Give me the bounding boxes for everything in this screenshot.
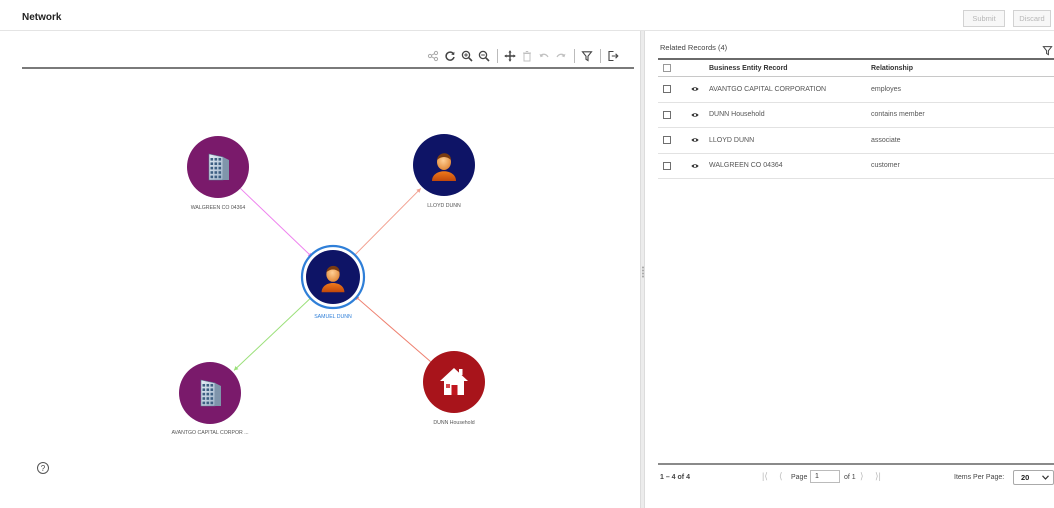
- pager-divider: [658, 463, 1054, 465]
- move-icon[interactable]: [503, 50, 516, 63]
- node-label: AVANTGO CAPITAL CORPOR ...: [171, 430, 248, 436]
- table-header: Business Entity Record Relationship: [658, 60, 1054, 77]
- record-name[interactable]: LLOYD DUNN: [709, 137, 754, 144]
- page-label: Page: [791, 474, 808, 481]
- toolbar-divider: [600, 49, 601, 63]
- next-page-icon[interactable]: ⟩: [860, 471, 864, 482]
- row-checkbox[interactable]: [663, 136, 671, 145]
- prev-page-icon[interactable]: ⟨: [779, 471, 783, 482]
- record-name[interactable]: AVANTGO CAPITAL CORPORATION: [709, 86, 826, 93]
- table-row[interactable]: LLOYD DUNN associate: [658, 128, 1054, 154]
- graph-node-samuel[interactable]: SAMUEL DUNN: [300, 244, 366, 320]
- graph-node-lloyd[interactable]: LLOYD DUNN: [413, 134, 475, 209]
- record-name[interactable]: DUNN Household: [709, 111, 765, 118]
- pagination: 1 – 4 of 4 |⟨ ⟨ Page 1 of 1 ⟩ ⟩| Items P…: [658, 466, 1054, 490]
- node-label: LLOYD DUNN: [427, 203, 461, 209]
- table-row[interactable]: DUNN Household contains member: [658, 103, 1054, 128]
- zoom-in-icon[interactable]: [460, 50, 473, 63]
- chevron-down-icon: [1042, 475, 1049, 480]
- graph-edge[interactable]: [351, 188, 422, 259]
- first-page-icon[interactable]: |⟨: [762, 471, 768, 482]
- row-checkbox[interactable]: [663, 161, 671, 170]
- column-header-record[interactable]: Business Entity Record: [709, 65, 788, 72]
- toolbar-divider: [497, 49, 498, 63]
- eye-icon[interactable]: [691, 86, 699, 92]
- help-icon[interactable]: ?: [37, 462, 49, 474]
- table-row[interactable]: WALGREEN CO 04364 customer: [658, 154, 1054, 179]
- related-records-title: Related Records (4): [660, 43, 728, 52]
- row-checkbox[interactable]: [663, 110, 671, 119]
- eye-icon[interactable]: [691, 137, 699, 143]
- discard-button[interactable]: Discard: [1013, 10, 1051, 27]
- relationship-type: employes: [871, 85, 901, 93]
- eye-icon[interactable]: [691, 112, 699, 118]
- graph-edge[interactable]: [354, 295, 431, 363]
- filter-icon[interactable]: [1042, 43, 1053, 56]
- table-row[interactable]: AVANTGO CAPITAL CORPORATION employes: [658, 77, 1054, 103]
- graph-nodes: WALGREEN CO 04364 LLOYD DUNN SAMUEL DUNN AV…: [171, 134, 485, 436]
- toolbar-divider: [574, 49, 575, 63]
- delete-icon[interactable]: [520, 50, 533, 63]
- items-per-page-value: 20: [1021, 473, 1030, 482]
- graph-toolbar: [426, 46, 623, 66]
- network-icon[interactable]: [426, 50, 439, 63]
- items-per-page-label: Items Per Page:: [954, 474, 1005, 481]
- page-of-label: of 1: [844, 474, 856, 481]
- export-icon[interactable]: [606, 50, 619, 63]
- select-all-checkbox[interactable]: [663, 64, 671, 72]
- splitter-grip-icon[interactable]: [642, 266, 644, 278]
- network-graph[interactable]: WALGREEN CO 04364 LLOYD DUNN SAMUEL DUNN AV…: [0, 69, 640, 508]
- relationship-type: contains member: [871, 111, 925, 119]
- graph-node-walgreen[interactable]: WALGREEN CO 04364: [187, 136, 249, 211]
- graph-node-dunnhh[interactable]: DUNN Household: [423, 351, 485, 426]
- page-title: Network: [22, 12, 62, 23]
- items-per-page-select[interactable]: 20: [1013, 470, 1054, 485]
- eye-icon[interactable]: [691, 163, 699, 169]
- column-header-relationship[interactable]: Relationship: [871, 65, 913, 72]
- last-page-icon[interactable]: ⟩|: [875, 471, 881, 482]
- refresh-icon[interactable]: [443, 50, 456, 63]
- page-header: Network Submit Discard: [0, 0, 1054, 31]
- record-count: 1 – 4 of 4: [660, 474, 690, 481]
- submit-button[interactable]: Submit: [963, 10, 1005, 27]
- graph-node-avantgo[interactable]: AVANTGO CAPITAL CORPOR ...: [171, 362, 249, 436]
- relationship-type: customer: [871, 162, 900, 170]
- relationship-type: associate: [871, 136, 901, 144]
- related-records-table: Business Entity Record Relationship AVAN…: [658, 60, 1054, 179]
- undo-icon[interactable]: [537, 50, 550, 63]
- graph-edge[interactable]: [240, 188, 313, 258]
- page-number-input[interactable]: 1: [810, 470, 840, 483]
- node-label: WALGREEN CO 04364: [191, 205, 246, 211]
- filter-icon[interactable]: [580, 50, 593, 63]
- row-checkbox[interactable]: [663, 85, 671, 94]
- record-name[interactable]: WALGREEN CO 04364: [709, 162, 783, 169]
- zoom-out-icon[interactable]: [477, 50, 490, 63]
- redo-icon[interactable]: [554, 50, 567, 63]
- pane-splitter[interactable]: [640, 31, 645, 508]
- node-label: SAMUEL DUNN: [314, 314, 352, 320]
- graph-edge[interactable]: [233, 295, 314, 371]
- node-label: DUNN Household: [433, 420, 474, 426]
- table-body: AVANTGO CAPITAL CORPORATION employes DUN…: [658, 77, 1054, 179]
